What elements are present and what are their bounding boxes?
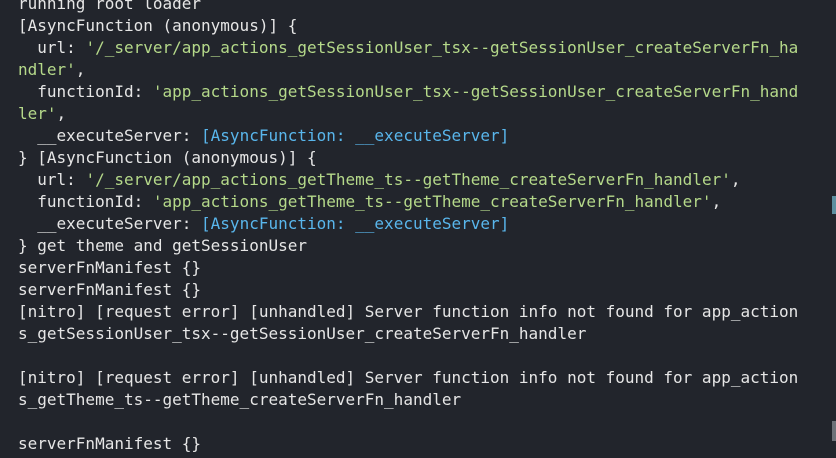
terminal-text-segment: running root loader bbox=[18, 0, 202, 13]
terminal-line: running root loader bbox=[18, 0, 826, 15]
terminal-line: serverFnManifest {} bbox=[18, 279, 826, 301]
terminal-text-segment: [AsyncFunction: __executeServer] bbox=[201, 214, 510, 233]
terminal-text-segment: 'app_actions_getTheme_ts--getTheme_creat… bbox=[152, 192, 712, 211]
terminal-text-segment: [AsyncFunction: __executeServer] bbox=[201, 126, 510, 145]
terminal-line: __executeServer: [AsyncFunction: __execu… bbox=[18, 213, 826, 235]
terminal-line: [AsyncFunction (anonymous)] { bbox=[18, 15, 826, 37]
terminal-line: functionId: 'app_actions_getSessionUser_… bbox=[18, 81, 826, 103]
terminal-line: url: '/_server/app_actions_getSessionUse… bbox=[18, 37, 826, 59]
terminal-line: [nitro] [request error] [unhandled] Serv… bbox=[18, 301, 826, 323]
terminal-line: functionId: 'app_actions_getTheme_ts--ge… bbox=[18, 191, 826, 213]
terminal-text-segment: ler' bbox=[18, 104, 57, 123]
scroll-marker bbox=[832, 196, 836, 214]
terminal-text-segment: functionId: bbox=[18, 82, 153, 101]
terminal-line: serverFnManifest {} bbox=[18, 433, 826, 455]
terminal-line: s_getTheme_ts--getTheme_createServerFn_h… bbox=[18, 389, 826, 411]
terminal-text-segment: __executeServer: bbox=[18, 126, 202, 145]
terminal-line: url: '/_server/app_actions_getTheme_ts--… bbox=[18, 169, 826, 191]
terminal-text-segment: } [AsyncFunction (anonymous)] { bbox=[18, 148, 317, 167]
terminal-text-segment: s_getSessionUser_tsx--getSessionUser_cre… bbox=[18, 324, 587, 343]
scrollbar-thumb[interactable] bbox=[832, 421, 836, 441]
terminal-text-segment: } get theme and getSessionUser bbox=[18, 236, 307, 255]
terminal-line: __executeServer: [AsyncFunction: __execu… bbox=[18, 125, 826, 147]
terminal-text-segment: ndler' bbox=[18, 60, 76, 79]
terminal-text-segment: , bbox=[56, 104, 67, 123]
terminal-text-segment: serverFnManifest {} bbox=[18, 280, 202, 299]
terminal-output: running root loader [AsyncFunction (anony… bbox=[18, 0, 826, 455]
terminal-text-segment: url: bbox=[18, 38, 86, 57]
terminal-text-segment: , bbox=[730, 170, 741, 189]
terminal-line: serverFnManifest {} bbox=[18, 257, 826, 279]
terminal-text-segment: [nitro] [request error] [unhandled] Serv… bbox=[18, 302, 799, 321]
terminal-text-segment: serverFnManifest {} bbox=[18, 434, 202, 453]
terminal-text-segment: , bbox=[711, 192, 722, 211]
terminal-text-segment: , bbox=[75, 60, 86, 79]
terminal-line: ler', bbox=[18, 103, 826, 125]
terminal-text-segment: '/_server/app_actions_getSessionUser_tsx… bbox=[85, 38, 799, 57]
terminal-text-segment: s_getTheme_ts--getTheme_createServerFn_h… bbox=[18, 390, 462, 409]
terminal-text-segment: functionId: bbox=[18, 192, 153, 211]
terminal-line: s_getSessionUser_tsx--getSessionUser_cre… bbox=[18, 323, 826, 345]
terminal-text-segment: 'app_actions_getSessionUser_tsx--getSess… bbox=[152, 82, 799, 101]
terminal-line: } get theme and getSessionUser bbox=[18, 235, 826, 257]
terminal-line: ndler', bbox=[18, 59, 826, 81]
terminal-text-segment: [AsyncFunction (anonymous)] { bbox=[18, 16, 298, 35]
terminal-line: } [AsyncFunction (anonymous)] { bbox=[18, 147, 826, 169]
terminal-text-segment: [nitro] [request error] [unhandled] Serv… bbox=[18, 368, 799, 387]
terminal-text-segment: serverFnManifest {} bbox=[18, 258, 202, 277]
terminal-text-segment: __executeServer: bbox=[18, 214, 202, 233]
terminal-text-segment: '/_server/app_actions_getTheme_ts--getTh… bbox=[85, 170, 731, 189]
terminal-window[interactable]: running root loader [AsyncFunction (anony… bbox=[0, 0, 836, 458]
terminal-text-segment: url: bbox=[18, 170, 86, 189]
terminal-line: [nitro] [request error] [unhandled] Serv… bbox=[18, 367, 826, 389]
